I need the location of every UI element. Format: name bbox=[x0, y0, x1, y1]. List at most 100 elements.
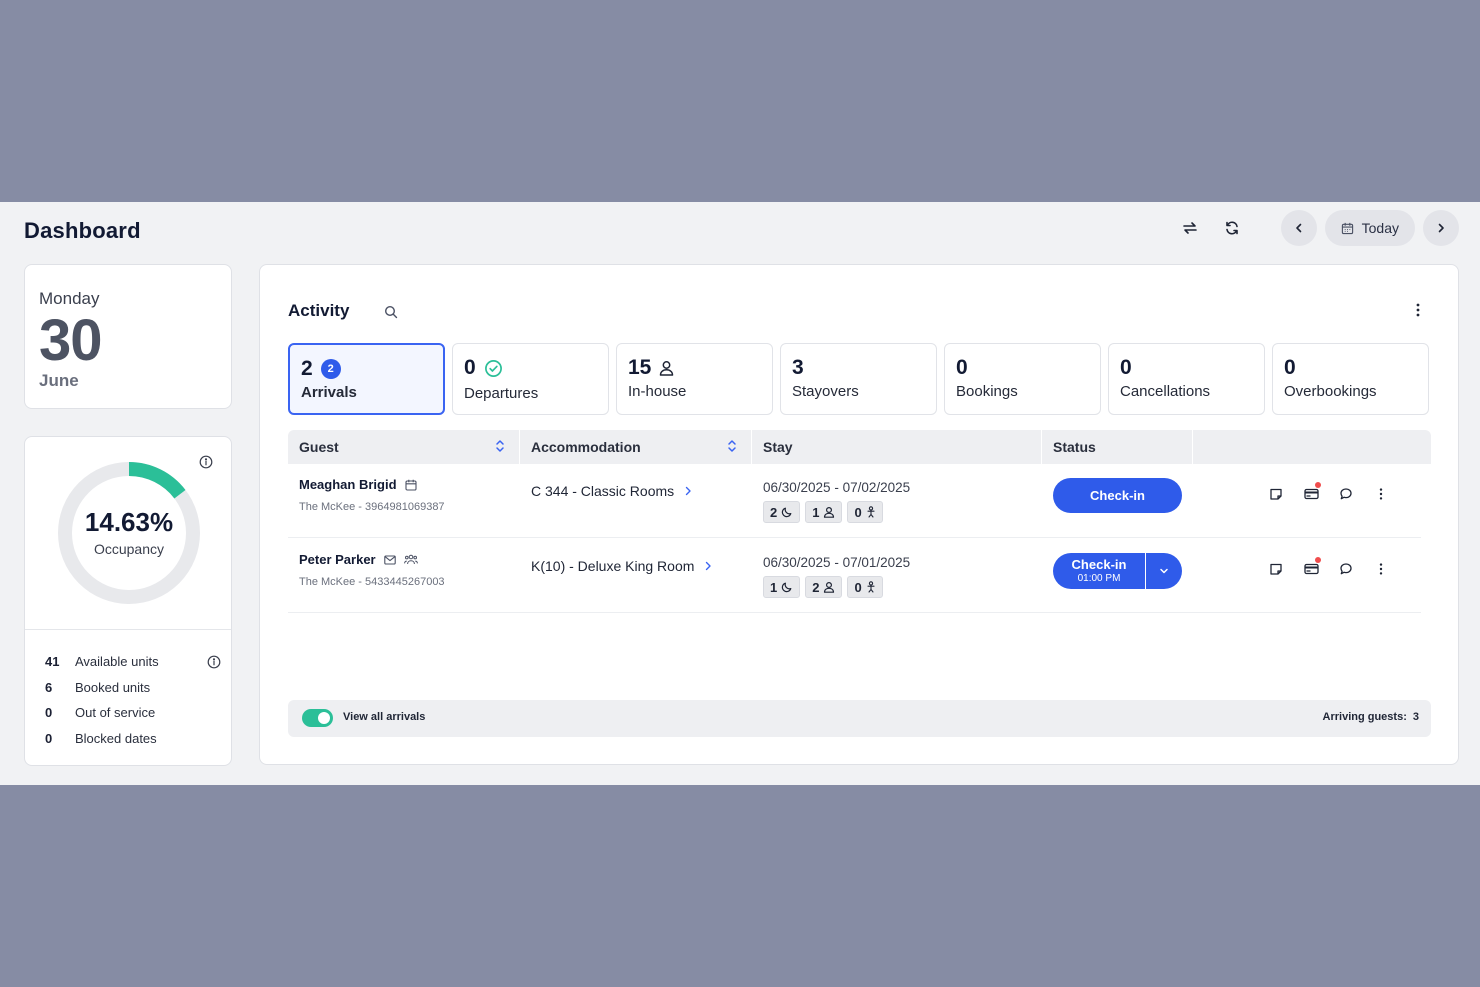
tab-count: 0 bbox=[956, 356, 968, 380]
next-day-button[interactable] bbox=[1423, 210, 1459, 246]
info-icon[interactable] bbox=[199, 455, 213, 469]
check-in-split-button: Check-in 01:00 PM bbox=[1053, 553, 1182, 589]
mail-icon bbox=[383, 554, 396, 565]
guest-subtitle: The McKee - 5433445267003 bbox=[299, 576, 445, 588]
tab-label: Arrivals bbox=[301, 384, 357, 401]
guest-subtitle: The McKee - 3964981069387 bbox=[299, 501, 445, 513]
stat-row-blocked: 0 Blocked dates bbox=[45, 726, 221, 752]
tab-count: 0 bbox=[1284, 356, 1296, 380]
note-icon[interactable] bbox=[1268, 561, 1284, 577]
info-icon[interactable] bbox=[207, 655, 221, 669]
chevron-right-icon bbox=[706, 561, 712, 571]
chevron-right-icon bbox=[685, 486, 691, 496]
chevron-left-icon bbox=[1295, 223, 1301, 233]
moon-icon bbox=[782, 507, 792, 518]
stay-chips: 1 2 0 bbox=[763, 576, 883, 598]
person-icon bbox=[824, 506, 835, 518]
table-row[interactable]: Peter Parker The McKee - 5433445267003 K… bbox=[288, 539, 1421, 613]
tab-departures[interactable]: 0 Departures bbox=[452, 343, 609, 415]
tab-cancellations[interactable]: 0 Cancellations bbox=[1108, 343, 1265, 415]
more-vertical-icon[interactable] bbox=[1416, 303, 1420, 317]
sort-icon[interactable] bbox=[495, 439, 505, 453]
date-month: June bbox=[39, 371, 79, 390]
note-icon[interactable] bbox=[1268, 486, 1284, 502]
unit-stats: 41 Available units 6 Booked units 0 Out … bbox=[45, 649, 221, 751]
payment-card-icon[interactable] bbox=[1303, 557, 1321, 577]
children-chip: 0 bbox=[847, 501, 883, 523]
payment-card-icon[interactable] bbox=[1303, 482, 1321, 502]
guest-name-text: Meaghan Brigid bbox=[299, 477, 397, 492]
table-header: Guest Accommodation Stay Status bbox=[288, 430, 1431, 464]
stay-dates: 06/30/2025 - 07/01/2025 bbox=[763, 555, 911, 570]
nights-chip: 2 bbox=[763, 501, 801, 523]
nights-chip: 1 bbox=[763, 576, 801, 598]
column-status: Status bbox=[1053, 439, 1096, 455]
child-icon bbox=[867, 581, 875, 593]
search-icon[interactable] bbox=[384, 305, 398, 319]
chat-icon[interactable] bbox=[1338, 486, 1354, 502]
tab-stayovers[interactable]: 3 Stayovers bbox=[780, 343, 937, 415]
tab-label: Overbookings bbox=[1284, 383, 1377, 400]
tab-count-value: 3 bbox=[792, 356, 804, 379]
prev-day-button[interactable] bbox=[1280, 210, 1317, 246]
tab-bookings[interactable]: 0 Bookings bbox=[944, 343, 1101, 415]
page-title: Dashboard bbox=[24, 218, 141, 243]
refresh-icon[interactable] bbox=[1215, 211, 1249, 245]
date-day: 30 bbox=[39, 308, 103, 373]
moon-icon bbox=[782, 582, 792, 593]
nights-count: 1 bbox=[770, 579, 778, 595]
stat-value: 41 bbox=[45, 654, 60, 670]
adults-chip: 2 bbox=[805, 576, 843, 598]
accommodation-link[interactable]: K(10) - Deluxe King Room bbox=[531, 558, 712, 574]
today-button[interactable]: Today bbox=[1324, 210, 1415, 246]
guest-name[interactable]: Peter Parker bbox=[299, 552, 418, 567]
adults-count: 1 bbox=[812, 504, 820, 520]
check-in-options-button[interactable] bbox=[1146, 553, 1182, 589]
check-in-button[interactable]: Check-in 01:00 PM bbox=[1053, 553, 1146, 589]
switch-icon[interactable] bbox=[1173, 211, 1207, 245]
chevron-down-icon bbox=[1160, 568, 1168, 574]
arriving-guests-count: 3 bbox=[1412, 711, 1419, 723]
check-in-time: 01:00 PM bbox=[1077, 572, 1121, 584]
arrivals-badge: 2 bbox=[320, 359, 341, 379]
tab-label: Stayovers bbox=[792, 383, 859, 400]
more-vertical-icon[interactable] bbox=[1373, 561, 1389, 577]
calendar-icon bbox=[404, 479, 417, 491]
tab-label: Cancellations bbox=[1120, 383, 1211, 400]
date-card: Monday 30 June bbox=[24, 264, 232, 409]
person-icon bbox=[824, 581, 835, 593]
check-in-button[interactable]: Check-in bbox=[1053, 478, 1182, 513]
children-count: 0 bbox=[854, 579, 862, 595]
stat-row-available: 41 Available units bbox=[45, 649, 221, 675]
stat-row-out-of-service: 0 Out of service bbox=[45, 700, 221, 726]
tab-count: 0 bbox=[464, 356, 503, 380]
chevron-right-icon bbox=[1438, 223, 1444, 233]
sort-icon[interactable] bbox=[727, 439, 737, 453]
stat-value: 0 bbox=[45, 731, 53, 747]
table-row[interactable]: Meaghan Brigid The McKee - 3964981069387… bbox=[288, 464, 1421, 538]
tab-arrivals[interactable]: 2 2 Arrivals bbox=[288, 343, 445, 415]
tab-label: Bookings bbox=[956, 383, 1018, 400]
view-all-arrivals-toggle[interactable] bbox=[302, 709, 333, 727]
adults-chip: 1 bbox=[805, 501, 843, 523]
stat-label: Blocked dates bbox=[75, 731, 157, 747]
guest-name-text: Peter Parker bbox=[299, 552, 376, 567]
column-accommodation[interactable]: Accommodation bbox=[520, 430, 641, 464]
tab-count-value: 0 bbox=[956, 356, 968, 379]
calendar-icon bbox=[1341, 222, 1353, 234]
child-icon bbox=[867, 506, 875, 518]
nights-count: 2 bbox=[770, 504, 778, 520]
accommodation-link[interactable]: C 344 - Classic Rooms bbox=[531, 483, 692, 499]
check-circle-icon bbox=[484, 359, 502, 377]
tab-count-value: 0 bbox=[1120, 356, 1132, 379]
stat-row-booked: 6 Booked units bbox=[45, 675, 221, 701]
guest-name[interactable]: Meaghan Brigid bbox=[299, 477, 417, 492]
occupancy-label: Occupancy bbox=[93, 541, 165, 557]
more-vertical-icon[interactable] bbox=[1373, 486, 1389, 502]
tab-overbookings[interactable]: 0 Overbookings bbox=[1272, 343, 1429, 415]
chat-icon[interactable] bbox=[1338, 561, 1354, 577]
column-guest[interactable]: Guest bbox=[288, 430, 339, 464]
occupancy-card: 14.63% Occupancy 41 Available units 6 Bo… bbox=[24, 436, 232, 766]
tab-in-house[interactable]: 15 In-house bbox=[616, 343, 773, 415]
column-stay: Stay bbox=[763, 439, 793, 455]
